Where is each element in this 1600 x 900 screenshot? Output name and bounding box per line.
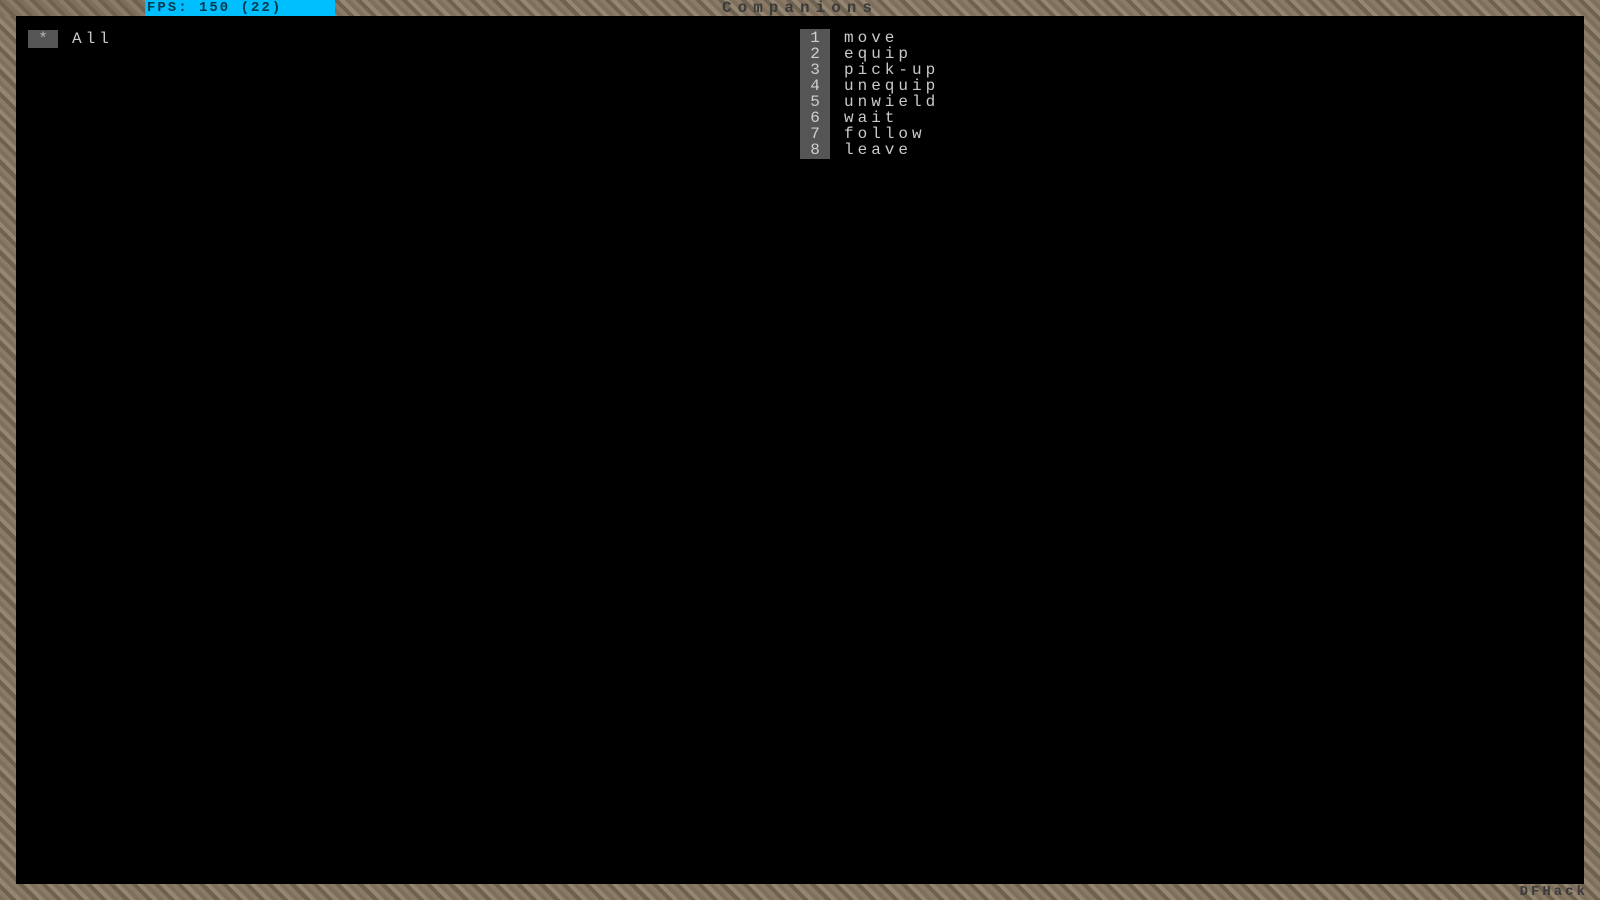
selection-column: * All xyxy=(28,30,113,48)
main-stage: * All 1 move 2 equip 3 pick-up 4 unequip… xyxy=(16,16,1584,884)
action-equip[interactable]: 2 equip xyxy=(800,46,939,62)
action-wait[interactable]: 6 wait xyxy=(800,110,939,126)
fps-counter: FPS: 150 (22) xyxy=(145,0,335,16)
top-bar: FPS: 150 (22) Companions xyxy=(0,0,1600,16)
action-key: 8 xyxy=(800,141,830,159)
action-pick-up[interactable]: 3 pick-up xyxy=(800,62,939,78)
select-all-label: All xyxy=(72,30,113,48)
action-label: leave xyxy=(844,141,912,159)
topbar-texture-left xyxy=(0,0,145,16)
select-all-key: * xyxy=(28,30,58,48)
action-list: 1 move 2 equip 3 pick-up 4 unequip 5 unw… xyxy=(800,30,939,158)
action-unwield[interactable]: 5 unwield xyxy=(800,94,939,110)
action-move[interactable]: 1 move xyxy=(800,30,939,46)
action-unequip[interactable]: 4 unequip xyxy=(800,78,939,94)
action-leave[interactable]: 8 leave xyxy=(800,142,939,158)
action-follow[interactable]: 7 follow xyxy=(800,126,939,142)
dfhack-label: DFHack xyxy=(1520,884,1588,900)
select-all-row[interactable]: * All xyxy=(28,30,113,48)
screen-title: Companions xyxy=(722,0,878,16)
